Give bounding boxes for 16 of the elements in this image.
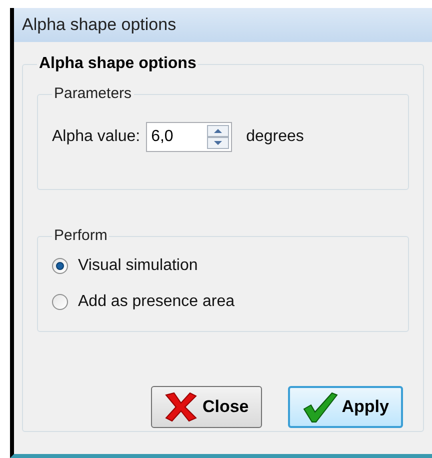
field-label: Alpha value: [52, 127, 140, 147]
radio-button[interactable] [52, 294, 68, 310]
group-title: Perform [54, 227, 108, 244]
group-title: Alpha shape options [39, 55, 196, 72]
spinner-arrows-icon[interactable] [207, 125, 230, 149]
alpha-spinbox[interactable]: 6,0 [146, 122, 232, 152]
group-title: Parameters [54, 85, 132, 102]
apply-button[interactable]: Apply [288, 386, 403, 428]
x-icon [164, 392, 198, 422]
checkmark-icon [302, 391, 338, 423]
radio-label: Visual simulation [78, 256, 198, 276]
close-button[interactable]: Close [151, 386, 262, 428]
radio-button[interactable] [52, 258, 68, 274]
unit-label: degrees [246, 127, 304, 147]
radio-label: Add as presence area [78, 292, 235, 312]
window-title: Alpha shape options [22, 14, 176, 36]
